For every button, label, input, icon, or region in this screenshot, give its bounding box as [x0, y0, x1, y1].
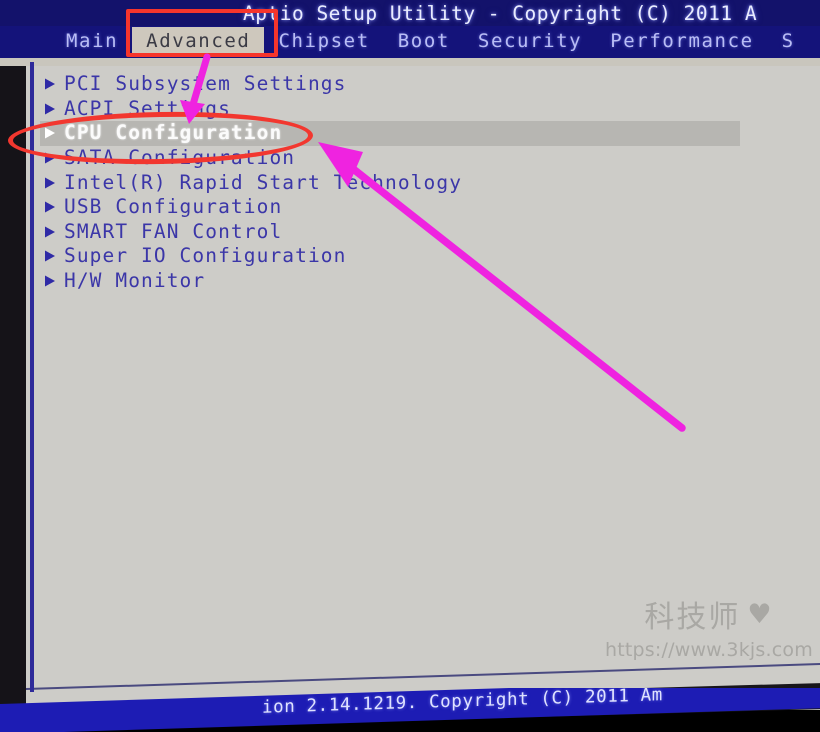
menu-item-label: Super IO Configuration: [64, 244, 347, 268]
menu-item-label: Intel(R) Rapid Start Technology: [64, 170, 463, 194]
tab-save-exit[interactable]: S: [768, 27, 809, 57]
watermark-brand-text: 科技师: [644, 600, 741, 635]
submenu-arrow-icon: [40, 151, 64, 165]
submenu-arrow-icon: [40, 225, 64, 239]
tab-advanced[interactable]: Advanced: [132, 27, 265, 57]
title-bar: Aptio Setup Utility - Copyright (C) 2011…: [0, 0, 820, 26]
submenu-arrow-icon: [40, 176, 64, 190]
menu-item-label: USB Configuration: [64, 195, 283, 219]
page-title: Aptio Setup Utility - Copyright (C) 2011…: [243, 2, 758, 25]
status-bar-area: ion 2.14.1219. Copyright (C) 2011 Am: [0, 688, 820, 732]
advanced-menu-list: PCI Subsystem Settings ACPI Settings CPU…: [40, 72, 740, 293]
menu-item-label: ACPI Settings: [64, 96, 231, 120]
menu-item-label: SATA Configuration: [64, 146, 296, 170]
watermark-url: https://www.3kjs.com: [605, 639, 813, 661]
tab-chipset[interactable]: Chipset: [264, 27, 383, 57]
menu-item-pci-subsystem-settings[interactable]: PCI Subsystem Settings: [40, 72, 740, 97]
menu-item-usb-configuration[interactable]: USB Configuration: [40, 195, 740, 220]
watermark: 科技师 ♥ https://www.3kjs.com: [605, 592, 813, 661]
monitor-bezel-left: [0, 38, 26, 732]
menu-item-acpi-settings[interactable]: ACPI Settings: [40, 97, 740, 122]
submenu-arrow-icon: [40, 249, 64, 263]
menu-item-label: PCI Subsystem Settings: [64, 72, 347, 96]
menu-item-label: SMART FAN Control: [64, 219, 283, 243]
status-bar-text: ion 2.14.1219. Copyright (C) 2011 Am: [262, 688, 663, 718]
submenu-arrow-icon: [40, 102, 64, 116]
menu-item-cpu-configuration[interactable]: CPU Configuration: [40, 121, 740, 146]
heart-icon: ♥: [747, 598, 774, 630]
tab-bar-underline: [0, 58, 820, 66]
tab-main[interactable]: Main: [52, 27, 132, 57]
submenu-arrow-icon-selected: [40, 126, 64, 140]
watermark-brand-row: 科技师 ♥: [605, 592, 813, 636]
submenu-arrow-icon: [40, 200, 64, 214]
menu-item-super-io-configuration[interactable]: Super IO Configuration: [40, 244, 740, 269]
status-bar: ion 2.14.1219. Copyright (C) 2011 Am: [0, 688, 820, 732]
submenu-arrow-icon: [40, 77, 64, 91]
menu-item-hw-monitor[interactable]: H/W Monitor: [40, 269, 740, 294]
menu-item-intel-rapid-start-technology[interactable]: Intel(R) Rapid Start Technology: [40, 170, 740, 195]
menu-item-label: H/W Monitor: [64, 269, 206, 293]
panel-left-border: [30, 62, 34, 692]
tab-security[interactable]: Security: [464, 27, 596, 57]
menu-item-smart-fan-control[interactable]: SMART FAN Control: [40, 220, 740, 245]
submenu-arrow-icon: [40, 274, 64, 288]
tab-performance[interactable]: Performance: [596, 27, 767, 57]
menu-tab-bar: Main Advanced Chipset Boot Security Perf…: [0, 26, 820, 58]
tab-boot[interactable]: Boot: [384, 27, 464, 57]
bios-screen: Aptio Setup Utility - Copyright (C) 2011…: [0, 0, 820, 732]
menu-item-sata-configuration[interactable]: SATA Configuration: [40, 146, 740, 171]
tab-list: Main Advanced Chipset Boot Security Perf…: [52, 26, 809, 58]
menu-item-label: CPU Configuration: [64, 121, 283, 145]
